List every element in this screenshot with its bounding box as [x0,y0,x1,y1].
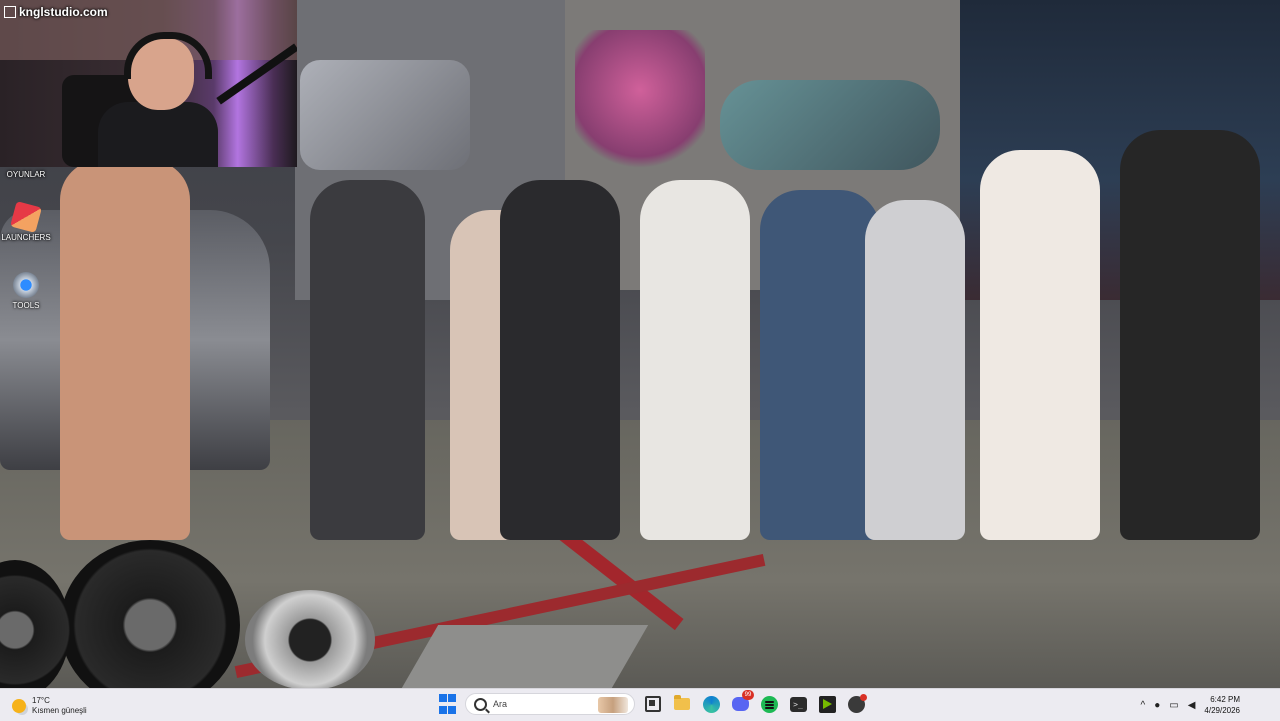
status-dot [860,694,867,701]
weather-condition: Kısmen güneşli [32,706,87,716]
taskbar: 17°C Kısmen güneşli Ara 99 >_ ^ ● ▭ ◀ [0,688,1280,721]
desktop-icon-oyunlar[interactable]: OYUNLAR [0,170,52,179]
system-tray: ^ ● ▭ ◀ 6:42 PM 4/29/2026 [1141,689,1280,721]
nvidia-icon [819,696,836,713]
task-view-button[interactable] [642,693,664,715]
start-button[interactable] [436,693,458,715]
volume-icon[interactable]: ◀ [1188,700,1196,711]
watermark: knglstudio.com [4,5,108,19]
chevron-up-icon[interactable]: ^ [1141,700,1146,711]
search-box[interactable]: Ara [465,693,635,715]
desktop-icon-launchers[interactable]: LAUNCHERS [0,204,52,242]
desktop-icon-label: TOOLS [13,301,40,310]
turbo-illustration [245,590,375,688]
search-icon [474,698,487,711]
task-view-icon [645,696,661,712]
clock[interactable]: 6:42 PM 4/29/2026 [1204,694,1240,716]
desktop-icon-tools[interactable]: TOOLS [0,272,52,310]
search-highlight-image [598,697,628,713]
edge-icon [703,696,720,713]
webcam-overlay [0,0,297,167]
gear-tools-icon [13,272,39,298]
search-placeholder: Ara [493,699,507,709]
crowd-illustration [40,120,1280,540]
microphone-icon[interactable]: ● [1154,700,1160,711]
terminal-icon: >_ [790,697,807,712]
nvidia-button[interactable] [816,693,838,715]
discord-button[interactable]: 99 [729,693,751,715]
start-icon [439,694,447,702]
file-explorer-icon [674,698,690,710]
app-icon [848,696,865,713]
spotify-icon [761,696,778,713]
partly-sunny-icon [12,699,26,713]
weather-temp: 17°C [32,696,87,706]
edge-button[interactable] [700,693,722,715]
weather-widget[interactable]: 17°C Kısmen güneşli [12,695,87,717]
watermark-text: knglstudio.com [19,5,108,19]
webcam-person-body [98,102,218,167]
clock-date: 4/29/2026 [1204,705,1240,716]
app-button[interactable] [845,693,867,715]
spotify-button[interactable] [758,693,780,715]
clock-time: 6:42 PM [1204,694,1240,705]
drain-grate [402,625,648,688]
desktop-icon-label: LAUNCHERS [1,233,50,242]
file-explorer-button[interactable] [671,693,693,715]
network-icon[interactable]: ▭ [1169,700,1178,711]
launcher-cube-icon [10,201,42,233]
taskbar-apps: Ara 99 >_ [436,693,867,715]
terminal-button[interactable]: >_ [787,693,809,715]
notification-badge: 99 [742,690,754,700]
desktop-icon-label: OYUNLAR [7,170,46,179]
square-logo-icon [4,6,16,18]
